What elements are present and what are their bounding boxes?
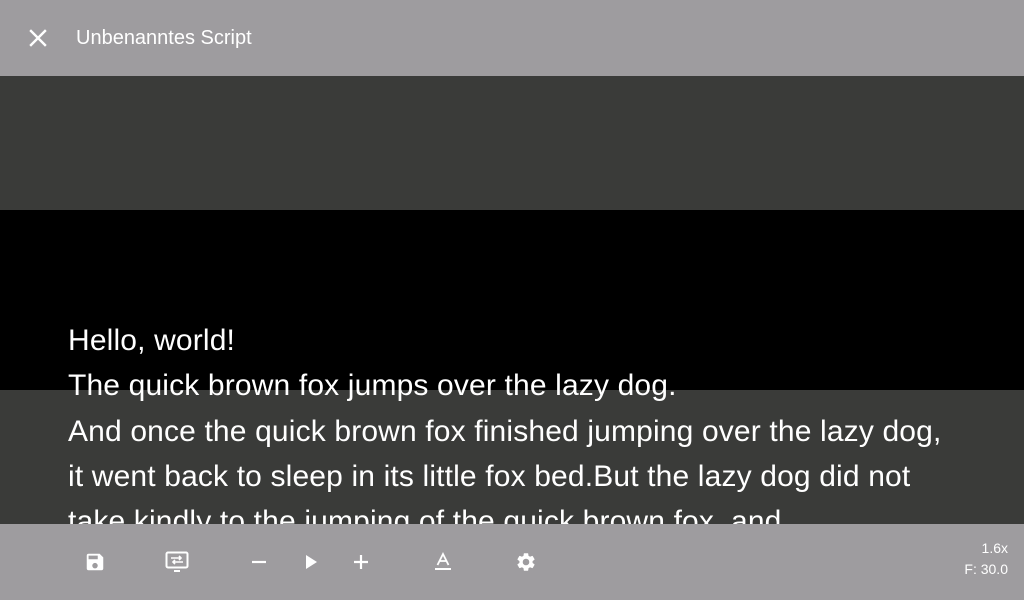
save-button[interactable] <box>79 546 111 578</box>
status-readout: 1.6x F: 30.0 <box>964 538 1008 580</box>
font-size-value: F: 30.0 <box>964 561 1008 577</box>
close-icon <box>29 29 47 47</box>
close-button[interactable] <box>22 22 54 54</box>
text-format-icon <box>435 551 451 570</box>
top-app-bar: Unbenanntes Script <box>0 0 1024 76</box>
decrease-speed-button[interactable] <box>243 546 275 578</box>
plus-icon <box>354 555 368 569</box>
presentation-icon <box>165 551 189 572</box>
script-line: Hello, world! <box>68 324 236 357</box>
bottom-toolbar: 1.6x F: 30.0 <box>0 524 1024 600</box>
settings-button[interactable] <box>510 546 542 578</box>
play-icon <box>306 555 317 569</box>
increase-speed-button[interactable] <box>345 546 377 578</box>
minus-icon <box>252 560 266 564</box>
page-title: Unbenanntes Script <box>76 27 252 49</box>
script-text-area[interactable]: Hello, world! The quick brown fox jumps … <box>68 318 948 524</box>
save-icon <box>86 553 104 571</box>
upper-dim-band <box>0 76 1024 210</box>
presentation-mode-button[interactable] <box>161 546 193 578</box>
teleprompter-app: Unbenanntes Script Hello, world! The qui… <box>0 0 1024 600</box>
play-button[interactable] <box>295 546 327 578</box>
speed-value: 1.6x <box>981 540 1008 556</box>
text-format-button[interactable] <box>427 546 459 578</box>
script-line: The quick brown fox jumps over the lazy … <box>68 369 677 403</box>
script-line: And once the quick brown fox finished ju… <box>68 414 942 524</box>
gear-icon <box>517 553 535 571</box>
